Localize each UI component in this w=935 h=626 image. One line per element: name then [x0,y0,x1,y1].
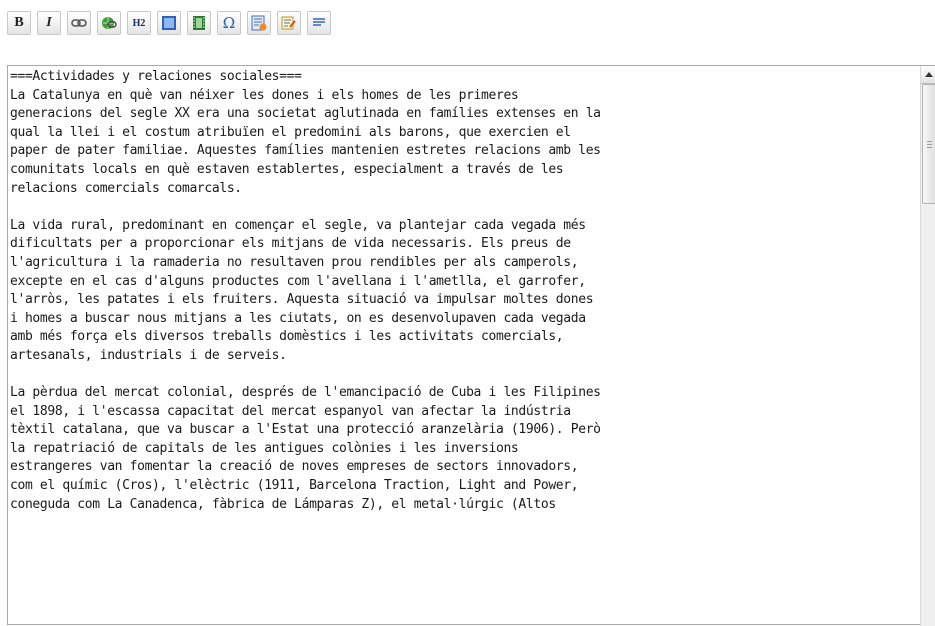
template-icon [251,15,267,31]
text-line: coneguda com La Canadenca, fàbrica de Lá… [10,496,556,512]
italic-button[interactable]: I [37,11,61,35]
text-line: qual la llei i el costum atribuïen el pr… [10,124,571,140]
image-icon [162,16,176,30]
text-line: i homes a buscar nous mitjans a les ciut… [10,310,586,326]
external-link-button[interactable] [97,11,121,35]
media-icon [193,16,205,30]
insert-template-button[interactable] [247,11,271,35]
text-line: tèxtil catalana, que va buscar a l'Estat… [10,422,601,438]
special-characters-button[interactable]: Ω [217,11,241,35]
text-line: comunitats locals en què estaven estable… [10,161,564,177]
signature-button[interactable] [277,11,301,35]
wikitext-editor[interactable]: ===Actividades y relaciones sociales=== L… [7,65,935,626]
text-line: la repatriació de capitals de les antigu… [10,440,519,456]
text-line: com el químic (Cros), l'elèctric (1911, … [10,478,579,494]
text-line: dificultats per a proporcionar els mitja… [10,236,571,252]
text-line: l'agricultura i la ramaderia no resultav… [10,254,579,270]
text-line: el 1898, i l'escassa capacitat del merca… [10,403,571,419]
bold-label: B [14,15,24,30]
bold-button[interactable]: B [7,11,31,35]
text-line: generacions del segle XX era una societa… [10,106,601,122]
text-line: paper de pater familiae. Aquestes famíli… [10,143,601,159]
embedded-image-button[interactable] [157,11,181,35]
signature-icon [281,16,296,30]
media-file-button[interactable] [187,11,211,35]
text-line [10,366,915,385]
internal-link-button[interactable] [67,11,91,35]
special-chars-icon: Ω [222,14,236,32]
editor-toolbar: B I H2 Ω [7,11,331,35]
text-line: La pèrdua del mercat colonial, després d… [10,385,601,401]
scroll-up-button[interactable] [921,66,935,84]
text-line: La Catalunya en què van néixer les dones… [10,87,519,103]
text-line: amb més força els diversos treballs domè… [10,329,564,345]
h2-label: H2 [132,17,146,29]
vertical-scrollbar[interactable] [920,66,935,626]
text-line: relacions comercials comarcals. [10,180,242,196]
italic-label: I [46,15,52,30]
text-line: excepte en el cas d'alguns productes com… [10,273,586,289]
chevron-up-icon [925,72,933,77]
line-icon [313,18,325,26]
headline-button[interactable]: H2 [127,11,151,35]
text-line: l'arròs, les patates i els fruiters. Aqu… [10,292,594,308]
external-link-icon [102,17,117,29]
edit-textarea[interactable]: ===Actividades y relaciones sociales=== L… [10,68,915,624]
link-icon [71,19,87,27]
text-line: ===Actividades y relaciones sociales=== [10,69,302,84]
text-line: estrangeres van fomentar la creació de n… [10,459,579,475]
text-line [10,198,915,217]
text-line: artesanals, industrials i de serveis. [10,347,287,363]
text-line: La vida rural, predominant en començar e… [10,217,586,233]
scrollbar-thumb[interactable] [922,84,935,204]
horizontal-line-button[interactable] [307,11,331,35]
